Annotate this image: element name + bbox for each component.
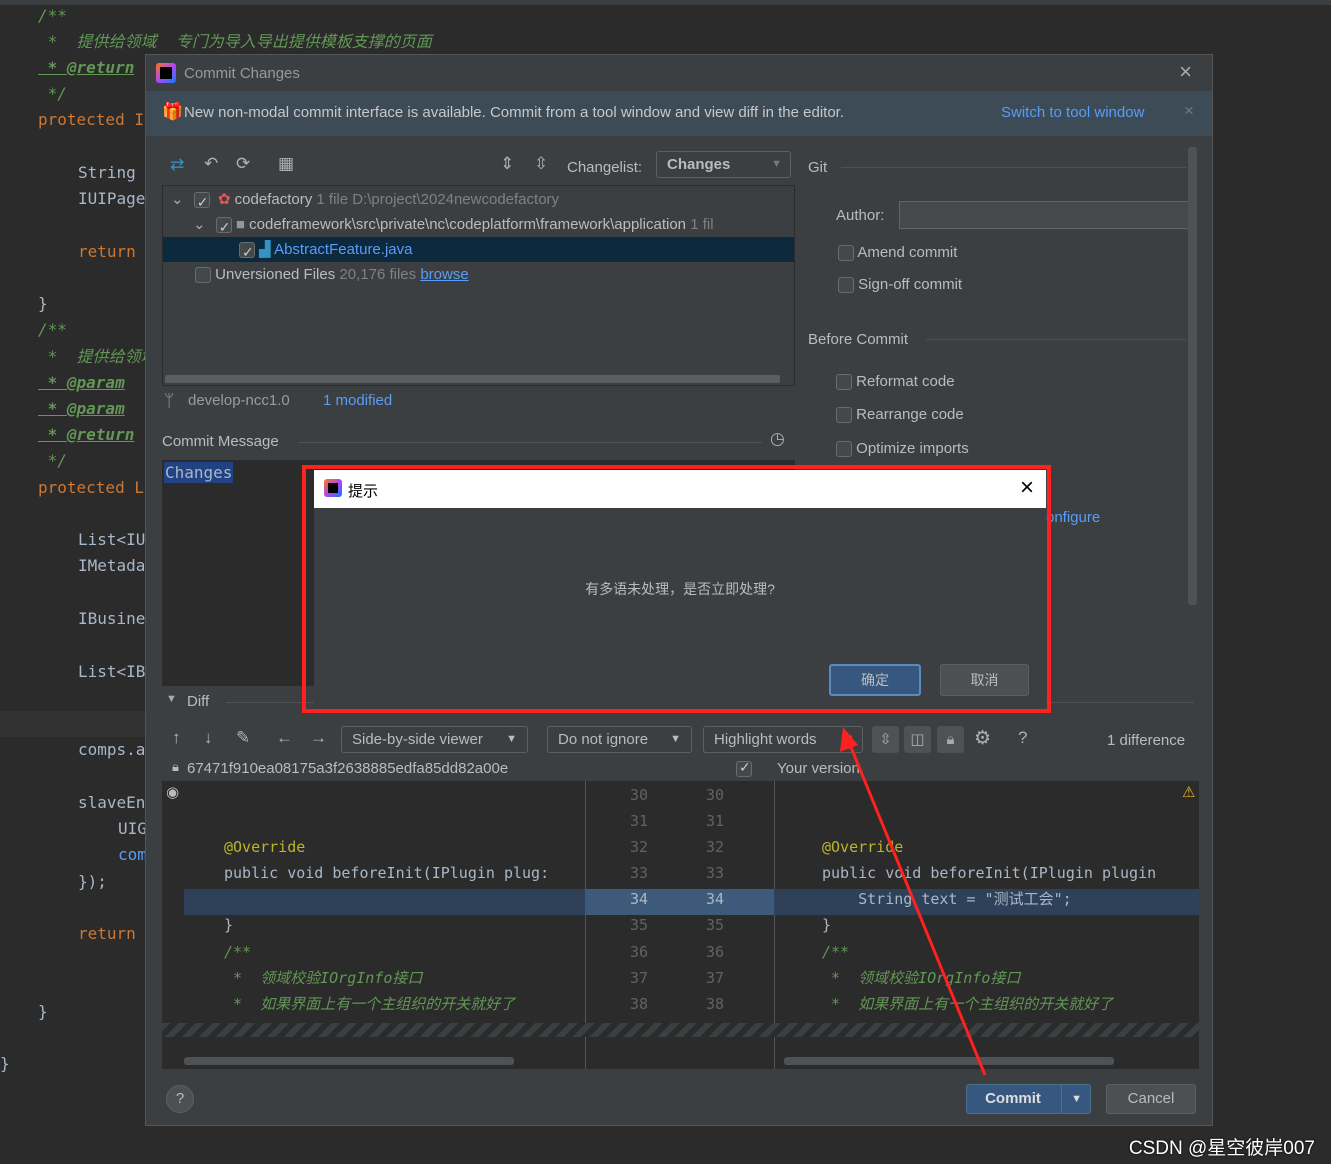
watermark: CSDN @星空彼岸007	[1128, 1138, 1315, 1159]
annotation-arrow	[840, 727, 987, 1076]
